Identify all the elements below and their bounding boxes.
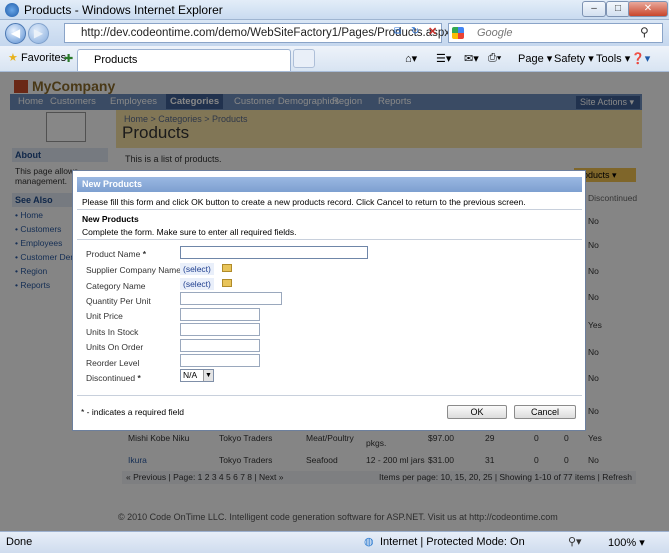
ie-logo-icon [5,3,19,17]
page-menu[interactable]: Page ▾ [518,52,552,65]
category-lookup-icon[interactable] [222,279,232,287]
units-on-order-label: Units On Order [86,342,144,352]
maximize-button[interactable]: □ [606,1,630,17]
print-icon[interactable]: ⎙▾ [488,52,501,65]
unit-price-label: Unit Price [86,311,123,321]
security-zone[interactable]: Internet | Protected Mode: On [380,536,525,548]
discontinued-label: Discontinued * [86,373,141,383]
category-label: Category Name [86,281,146,291]
forward-button[interactable]: ▶ [28,23,49,44]
browser-tab[interactable]: Products [77,49,291,71]
dialog-title: New Products [77,177,582,192]
dialog-instructions: Please fill this form and click OK butto… [82,197,526,207]
units-on-order-input[interactable] [180,339,260,352]
qty-label: Quantity Per Unit [86,296,151,306]
tab-title: Products [94,54,138,66]
supplier-lookup-icon[interactable] [222,264,232,272]
zoom-icon[interactable]: ⚲▾ [568,535,582,548]
ok-button[interactable]: OK [447,405,507,419]
supplier-label: Supplier Company Name [86,265,181,275]
reorder-level-label: Reorder Level [86,358,140,368]
section-description: Complete the form. Make sure to enter al… [82,227,297,237]
qty-input[interactable] [180,292,282,305]
units-in-stock-input[interactable] [180,323,260,336]
star-icon: ★ [8,52,18,64]
feeds-icon[interactable]: ☰▾ [436,52,451,65]
stop-icon[interactable]: ✕ [428,25,437,38]
discontinued-value: N/A [183,370,198,380]
chevron-down-icon[interactable]: ▼ [203,370,213,381]
compat-icon[interactable]: ⧉ [394,26,401,37]
search-icon[interactable]: ⚲ [640,25,649,39]
refresh-icon[interactable]: ↻ [411,26,419,37]
unit-price-input[interactable] [180,308,260,321]
supplier-select-link[interactable]: (select) [180,263,214,275]
add-favorite-icon[interactable]: ✚ [64,52,73,65]
status-bar: Done ◍ Internet | Protected Mode: On ⚲▾ … [0,531,669,553]
title-bar: Products - Windows Internet Explorer – □… [0,0,669,20]
back-button[interactable]: ◀ [5,23,26,44]
favorites-bar: ★ Favorites ✚ Products ⌂▾ ☰▾ ✉▾ ⎙▾ Page … [0,46,669,72]
favorites-button[interactable]: ★ Favorites [8,51,66,64]
favorites-label: Favorites [20,52,67,64]
minimize-button[interactable]: – [582,1,606,17]
google-icon [452,27,464,39]
address-input[interactable]: http://dev.codeontime.com/demo/WebSiteFa… [64,23,450,43]
search-placeholder: Google [477,27,513,39]
category-select-link[interactable]: (select) [180,278,214,290]
help-icon[interactable]: ❓▾ [631,52,650,65]
product-name-input[interactable] [180,246,368,259]
search-input[interactable]: Google [448,23,663,43]
close-button[interactable]: ✕ [628,1,668,17]
new-products-dialog: New Products Please fill this form and c… [72,170,586,431]
tools-menu[interactable]: Tools ▾ [596,52,630,65]
required-note: * - indicates a required field [81,407,185,417]
discontinued-select[interactable]: N/A ▼ [180,369,214,382]
new-tab-button[interactable] [293,49,315,68]
globe-icon: ◍ [364,536,374,548]
units-in-stock-label: Units In Stock [86,327,139,337]
address-row: ◀ ▶ http://dev.codeontime.com/demo/WebSi… [0,20,669,46]
zoom-level[interactable]: 100% ▾ [608,536,645,549]
product-name-label: Product Name * [86,249,147,259]
section-title: New Products [82,214,139,224]
reorder-level-input[interactable] [180,354,260,367]
cancel-button[interactable]: Cancel [514,405,576,419]
window-title: Products - Windows Internet Explorer [24,3,223,17]
safety-menu[interactable]: Safety ▾ [554,52,594,65]
mail-icon[interactable]: ✉▾ [464,52,479,65]
status-text: Done [6,536,33,548]
home-icon[interactable]: ⌂▾ [405,52,417,65]
